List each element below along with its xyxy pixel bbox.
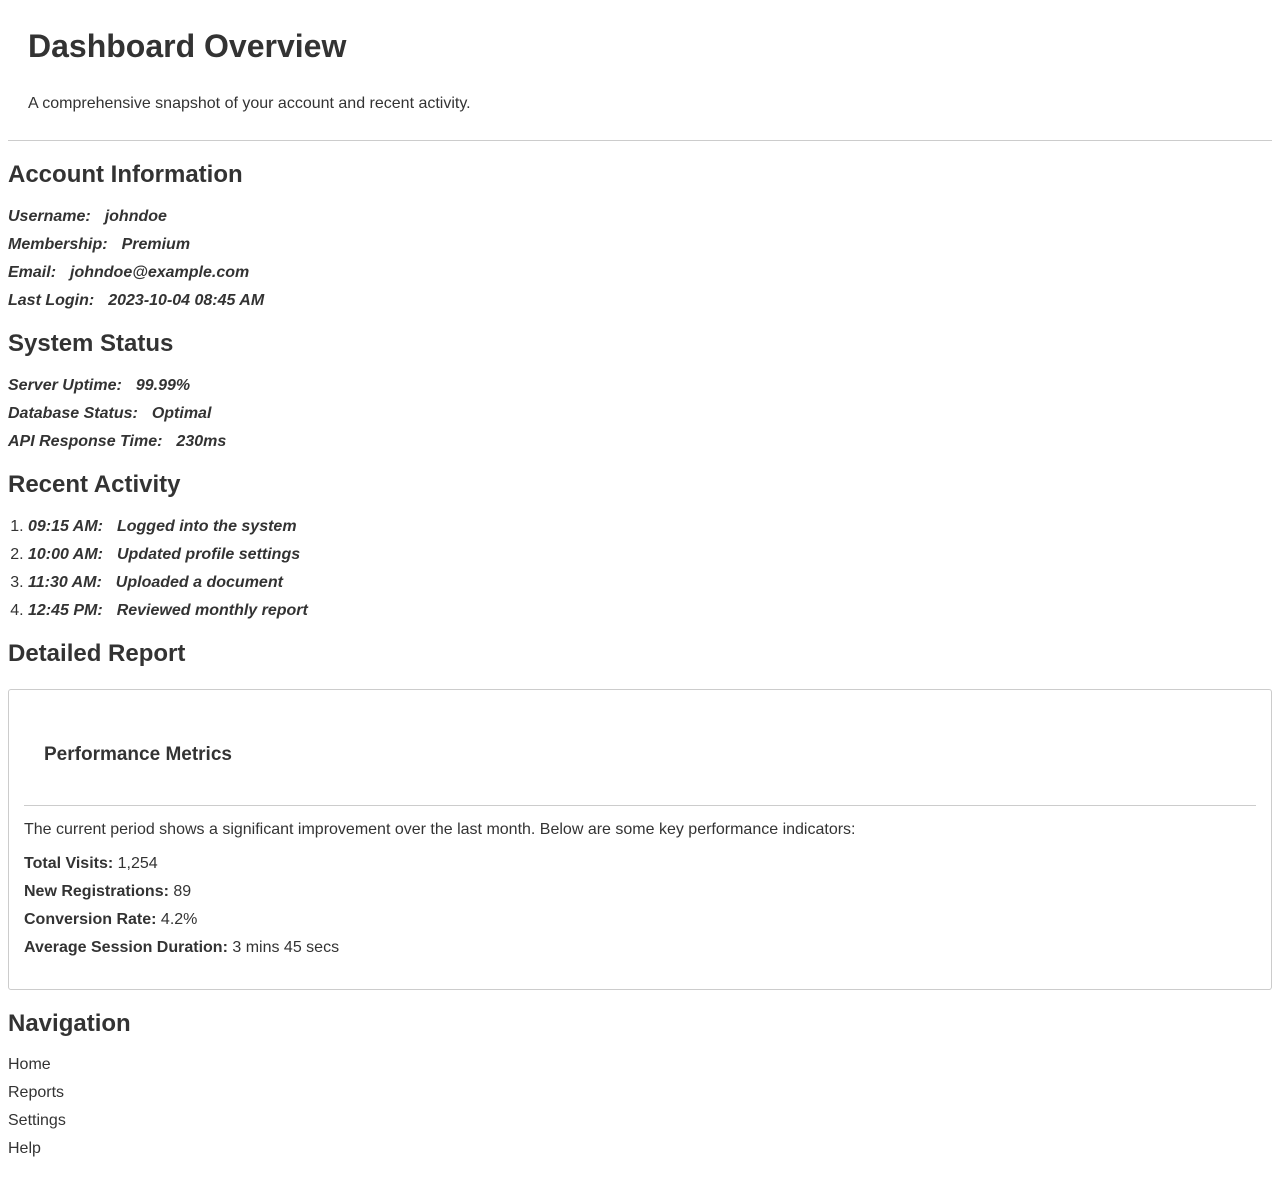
page-subtitle: A comprehensive snapshot of your account… <box>28 95 471 112</box>
nav-link-home[interactable]: Home <box>8 1051 1272 1079</box>
nav-link-reports[interactable]: Reports <box>8 1079 1272 1107</box>
system-row-database: Database Status: Optimal <box>8 400 1272 428</box>
info-value: 2023-10-04 08:45 AM <box>108 292 265 309</box>
list-item: 12:45 PM: Reviewed monthly report <box>28 597 1272 625</box>
info-value: johndoe <box>104 208 167 225</box>
activity-time: 12:45 PM: <box>28 602 103 619</box>
account-row-last-login: Last Login: 2023-10-04 08:45 AM <box>8 287 1272 315</box>
account-row-email: Email: johndoe@example.com <box>8 259 1272 287</box>
metrics-divider <box>24 805 1256 806</box>
account-section-title: Account Information <box>8 161 243 188</box>
metrics-intro: The current period shows a significant i… <box>24 821 856 838</box>
activity-section: Recent Activity 09:15 AM: Logged into the… <box>8 471 1272 625</box>
account-info-list: Username: johndoe Membership: Premium Emai… <box>8 203 1272 315</box>
header-divider <box>8 140 1272 141</box>
activity-list: 09:15 AM: Logged into the system 10:00 AM… <box>8 513 1272 625</box>
info-label: Database Status: <box>8 405 138 422</box>
account-section: Account Information Username: johndoe Mem… <box>8 161 1272 315</box>
report-section-title: Detailed Report <box>8 640 186 667</box>
activity-desc: Reviewed monthly report <box>116 602 308 619</box>
system-status-list: Server Uptime: 99.99% Database Status: Opt… <box>8 372 1272 456</box>
navigation-section: Navigation Home Reports Settings Help <box>8 1010 1272 1163</box>
info-label: Server Uptime: <box>8 377 122 394</box>
metric-label: Conversion Rate: <box>24 911 157 928</box>
nav-link-help[interactable]: Help <box>8 1135 1272 1163</box>
activity-time: 09:15 AM: <box>28 518 103 535</box>
activity-desc: Uploaded a document <box>115 574 283 591</box>
nav-link-settings[interactable]: Settings <box>8 1107 1272 1135</box>
metric-label: Average Session Duration: <box>24 939 228 956</box>
metric-new-registrations: New Registrations: 89 <box>24 878 1256 906</box>
activity-section-title: Recent Activity <box>8 471 181 498</box>
metric-value: 1,254 <box>117 855 158 872</box>
metric-label: Total Visits: <box>24 855 114 872</box>
nav-item-reports: Reports <box>8 1079 1272 1107</box>
nav-item-home: Home <box>8 1051 1272 1079</box>
activity-time: 11:30 AM: <box>28 574 102 591</box>
page-title: Dashboard Overview <box>28 28 347 64</box>
navigation-section-title: Navigation <box>8 1010 131 1037</box>
metric-label: New Registrations: <box>24 883 169 900</box>
metric-session-duration: Average Session Duration: 3 mins 45 secs <box>24 934 1256 962</box>
page-header: Dashboard Overview A comprehensive snaps… <box>8 0 1272 112</box>
account-row-membership: Membership: Premium <box>8 231 1272 259</box>
metrics-title: Performance Metrics <box>44 744 232 765</box>
info-value: 230ms <box>176 433 227 450</box>
account-row-username: Username: johndoe <box>8 203 1272 231</box>
report-section: Detailed Report Performance Metrics The … <box>8 640 1272 990</box>
info-label: API Response Time: <box>8 433 163 450</box>
nav-item-help: Help <box>8 1135 1272 1163</box>
info-label: Last Login: <box>8 292 95 309</box>
nav-list: Home Reports Settings Help <box>8 1051 1272 1163</box>
info-value: johndoe@example.com <box>70 264 250 281</box>
activity-desc: Logged into the system <box>116 518 297 535</box>
system-section-title: System Status <box>8 330 174 357</box>
nav-item-settings: Settings <box>8 1107 1272 1135</box>
metric-value: 3 mins 45 secs <box>232 939 340 956</box>
system-row-api: API Response Time: 230ms <box>8 428 1272 456</box>
info-label: Email: <box>8 264 57 281</box>
info-value: Premium <box>121 236 191 253</box>
report-card: Performance Metrics The current period s… <box>8 689 1272 990</box>
list-item: 10:00 AM: Updated profile settings <box>28 541 1272 569</box>
system-row-uptime: Server Uptime: 99.99% <box>8 372 1272 400</box>
activity-desc: Updated profile settings <box>116 546 301 563</box>
system-section: System Status Server Uptime: 99.99% Datab… <box>8 330 1272 456</box>
metric-value: 89 <box>173 883 192 900</box>
list-item: 09:15 AM: Logged into the system <box>28 513 1272 541</box>
activity-time: 10:00 AM: <box>28 546 103 563</box>
info-value: 99.99% <box>135 377 191 394</box>
metrics-list: Total Visits: 1,254 New Registrations: 8… <box>24 850 1256 962</box>
metric-total-visits: Total Visits: 1,254 <box>24 850 1256 878</box>
info-value: Optimal <box>151 405 212 422</box>
metric-value: 4.2% <box>160 911 198 928</box>
info-label: Membership: <box>8 236 108 253</box>
list-item: 11:30 AM: Uploaded a document <box>28 569 1272 597</box>
metric-conversion-rate: Conversion Rate: 4.2% <box>24 906 1256 934</box>
info-label: Username: <box>8 208 91 225</box>
